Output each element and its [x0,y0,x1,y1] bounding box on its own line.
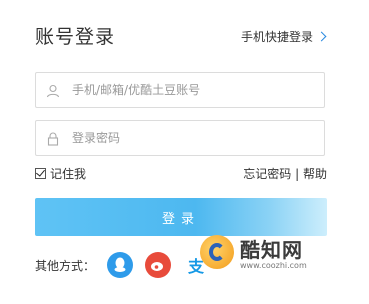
password-field[interactable] [35,120,325,156]
weibo-icon[interactable] [145,252,172,278]
login-button[interactable]: 登录 [35,198,327,236]
account-field[interactable] [35,72,325,108]
remember-me[interactable]: 记住我 [35,165,86,182]
lock-icon [46,131,60,146]
remember-label: 记住我 [50,167,87,181]
link-separator: | [295,167,300,181]
help-links: 忘记密码 | 帮助 [243,165,327,182]
alipay-icon[interactable]: 支 [183,252,210,278]
watermark-url: www.coozhi.com [240,261,307,270]
help-link[interactable]: 帮助 [303,167,327,181]
password-input[interactable] [72,131,324,145]
remember-checkbox[interactable] [35,168,46,179]
chevron-right-icon [316,31,327,42]
options-row: 记住我 忘记密码 | 帮助 [35,165,327,182]
account-input[interactable] [72,83,324,97]
page-title: 账号登录 [35,26,116,48]
other-login-methods: 其他方式： 支 [35,252,210,278]
watermark-name: 酷知网 [240,238,303,262]
other-methods-label: 其他方式： [35,258,96,273]
user-icon [46,83,60,98]
quick-login-label: 手机快捷登录 [240,30,313,44]
qq-icon[interactable] [107,252,134,278]
forgot-password-link[interactable]: 忘记密码 [243,167,291,181]
quick-login-link[interactable]: 手机快捷登录 [240,28,327,45]
